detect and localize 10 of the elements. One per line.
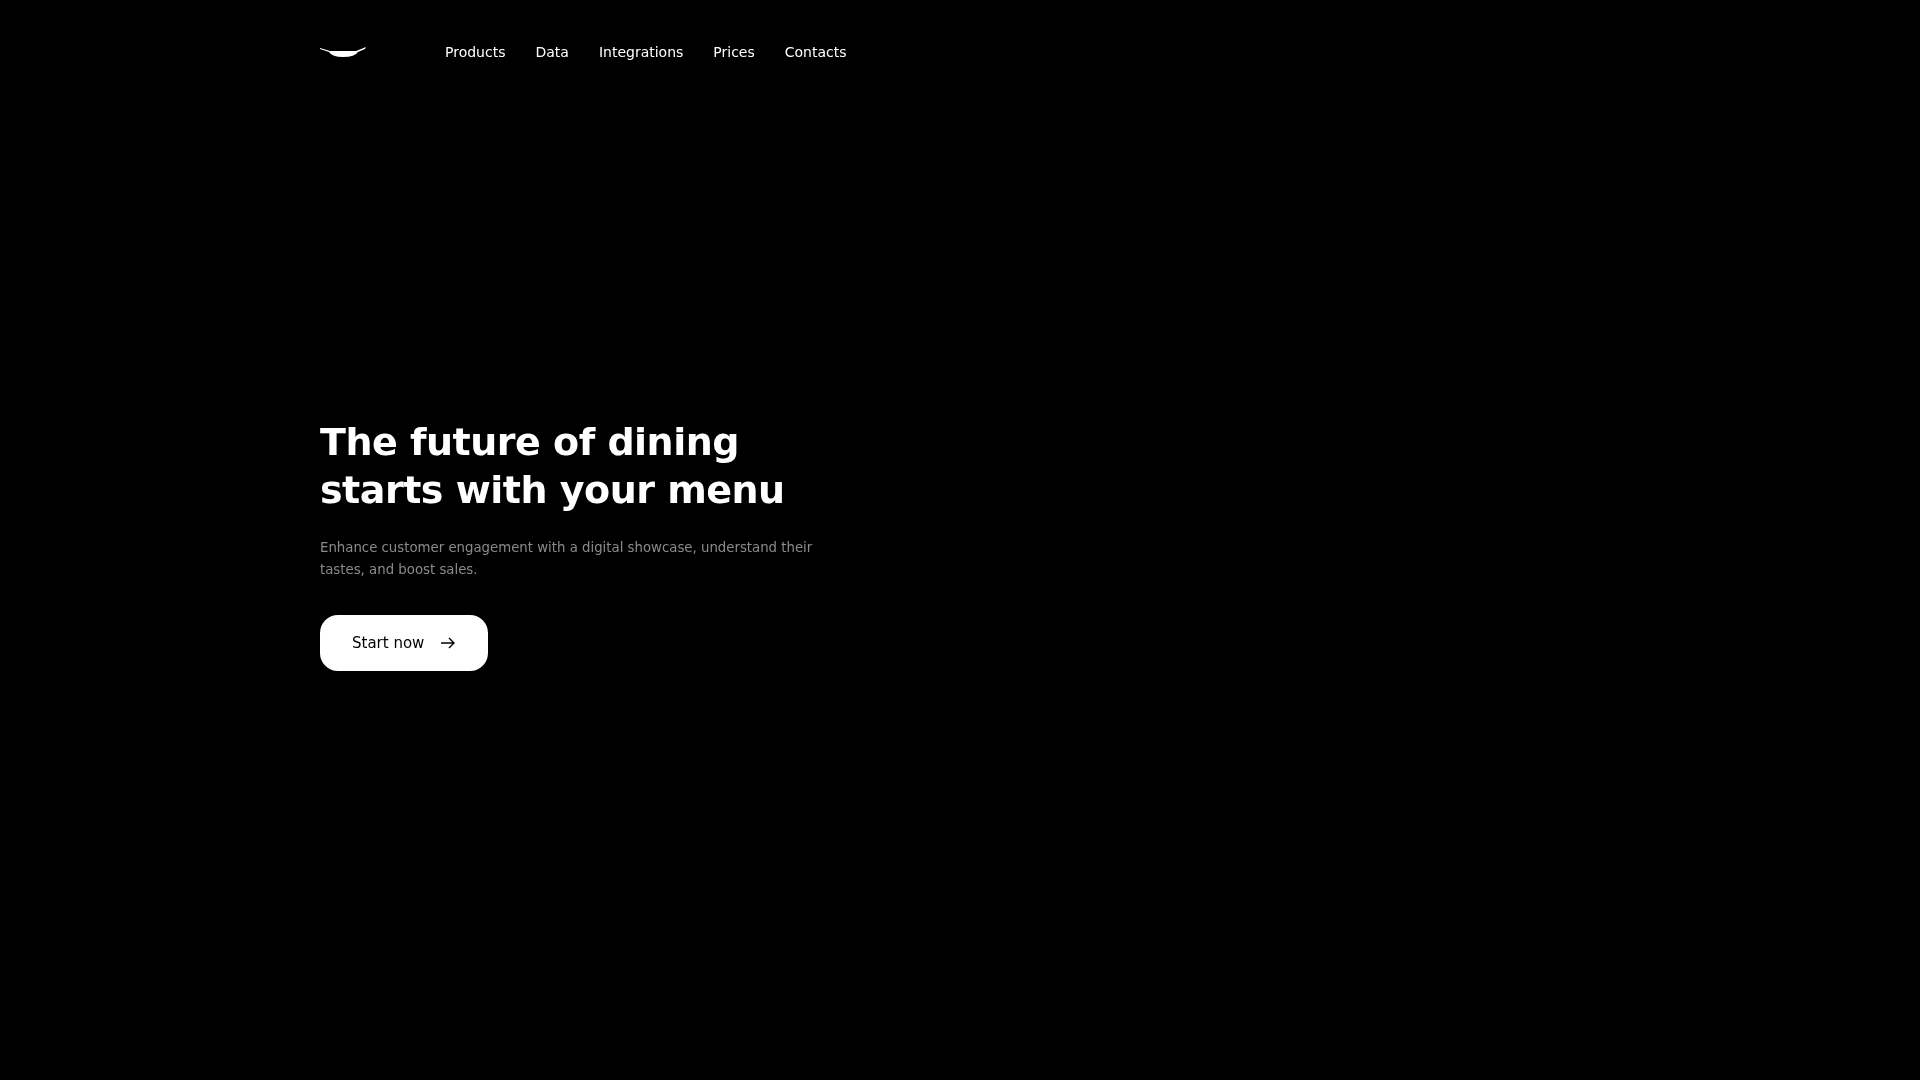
nav-link[interactable]: Data bbox=[535, 44, 569, 60]
nav-link[interactable]: Contacts bbox=[784, 44, 847, 60]
start-button[interactable]: Start now bbox=[320, 615, 489, 671]
nav-link[interactable]: Prices bbox=[713, 44, 755, 60]
bowl-logo-icon[interactable] bbox=[320, 46, 366, 58]
hero-description: Enhance customer engagement with a digital showcase, understand their tastes, and boost sales. bbox=[320, 539, 814, 579]
arrow-right-icon bbox=[440, 637, 457, 649]
nav-link[interactable]: Integrations bbox=[598, 44, 684, 60]
nav-link[interactable]: Products bbox=[445, 44, 506, 60]
hero-heading: The future of dining starts with your menu bbox=[320, 419, 786, 514]
